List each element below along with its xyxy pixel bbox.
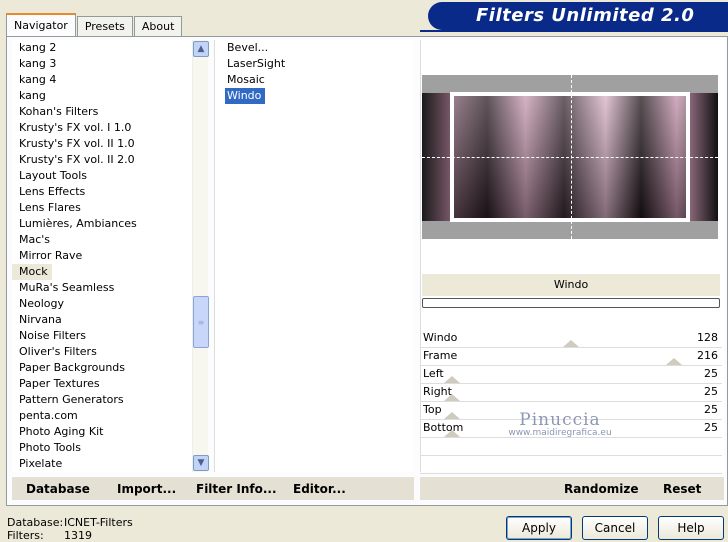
- category-item[interactable]: Lumières, Ambiances: [12, 216, 208, 232]
- filter-item-selected[interactable]: Windo: [225, 88, 265, 104]
- category-item[interactable]: Lens Effects: [12, 184, 208, 200]
- category-item[interactable]: Mirror Rave: [12, 248, 208, 264]
- category-item[interactable]: Krusty's FX vol. II 2.0: [12, 152, 208, 168]
- param-windo[interactable]: Windo 128: [420, 330, 722, 348]
- category-item[interactable]: Neology: [12, 296, 208, 312]
- parameter-panel: Windo 128 Frame 216 Left 25 Right 25 Top…: [420, 330, 722, 474]
- param-value: 128: [697, 331, 718, 344]
- filter-item[interactable]: Mosaic: [215, 72, 414, 88]
- database-value: ICNET-Filters: [64, 516, 133, 529]
- category-item[interactable]: Krusty's FX vol. I 1.0: [12, 120, 208, 136]
- scroll-thumb[interactable]: ≡: [193, 296, 209, 348]
- category-item[interactable]: kang: [12, 88, 208, 104]
- category-list[interactable]: kang 2 kang 3 kang 4 kang Kohan's Filter…: [12, 40, 208, 472]
- param-left[interactable]: Left 25: [420, 366, 722, 384]
- param-label: Left: [423, 367, 444, 380]
- param-right[interactable]: Right 25: [420, 384, 722, 402]
- param-label: Top: [423, 403, 442, 416]
- category-item[interactable]: Pixelate: [12, 456, 208, 472]
- slider-thumb[interactable]: [444, 430, 460, 437]
- category-item[interactable]: Photo Tools: [12, 440, 208, 456]
- category-item[interactable]: Lens Flares: [12, 200, 208, 216]
- param-value: 25: [704, 421, 718, 434]
- scroll-down-button[interactable]: ▼: [193, 455, 209, 471]
- right-toolbar: Randomize Reset: [420, 476, 724, 500]
- grip-icon: ≡: [197, 317, 205, 327]
- empty-param-row: [420, 438, 722, 456]
- category-item[interactable]: Paper Backgrounds: [12, 360, 208, 376]
- param-value: 25: [704, 367, 718, 380]
- category-item-selected[interactable]: Mock: [12, 264, 52, 280]
- tab-about[interactable]: About: [133, 16, 183, 36]
- category-item[interactable]: kang 4: [12, 72, 208, 88]
- category-item[interactable]: penta.com: [12, 408, 208, 424]
- database-label: Database:: [7, 516, 64, 529]
- param-value: 25: [704, 403, 718, 416]
- filter-info-button[interactable]: Filter Info...: [196, 482, 277, 496]
- slider-thumb[interactable]: [444, 412, 460, 419]
- category-item[interactable]: Krusty's FX vol. II 1.0: [12, 136, 208, 152]
- slider-thumb[interactable]: [563, 340, 579, 347]
- tab-strip: Navigator Presets About: [6, 12, 183, 37]
- filter-name-label: Windo: [422, 274, 720, 296]
- param-label: Windo: [423, 331, 458, 344]
- category-item[interactable]: Layout Tools: [12, 168, 208, 184]
- preview-crosshair-horizontal: [422, 157, 718, 158]
- cancel-button[interactable]: Cancel: [582, 516, 648, 540]
- help-button[interactable]: Help: [658, 516, 724, 540]
- category-scrollbar[interactable]: ▲ ≡ ▼: [192, 40, 209, 472]
- chevron-down-icon: ▼: [197, 458, 205, 468]
- preview-crosshair-vertical: [571, 75, 572, 239]
- chevron-up-icon: ▲: [197, 44, 205, 54]
- reset-button[interactable]: Reset: [663, 482, 701, 496]
- banner-divider: [420, 30, 728, 32]
- param-label: Frame: [423, 349, 458, 362]
- editor-button[interactable]: Editor...: [293, 482, 346, 496]
- filter-item[interactable]: LaserSight: [215, 56, 414, 72]
- category-item[interactable]: Pattern Generators: [12, 392, 208, 408]
- category-item[interactable]: Photo Aging Kit: [12, 424, 208, 440]
- filters-count-value: 1319: [64, 529, 92, 542]
- randomize-button[interactable]: Randomize: [564, 482, 638, 496]
- category-item[interactable]: kang 3: [12, 56, 208, 72]
- category-item[interactable]: Nirvana: [12, 312, 208, 328]
- category-item[interactable]: kang 2: [12, 40, 208, 56]
- tab-navigator[interactable]: Navigator: [6, 13, 76, 37]
- category-item[interactable]: MuRa's Seamless: [12, 280, 208, 296]
- category-item[interactable]: Noise Filters: [12, 328, 208, 344]
- left-toolbar: Database Import... Filter Info... Editor…: [12, 476, 414, 500]
- app-banner: Filters Unlimited 2.0: [428, 2, 728, 30]
- import-button[interactable]: Import...: [117, 482, 176, 496]
- param-value: 216: [697, 349, 718, 362]
- category-item[interactable]: Oliver's Filters: [12, 344, 208, 360]
- slider-track[interactable]: [420, 437, 722, 438]
- filter-list[interactable]: Bevel... LaserSight Mosaic Windo: [214, 40, 414, 472]
- scroll-up-button[interactable]: ▲: [193, 41, 209, 57]
- param-value: 25: [704, 385, 718, 398]
- apply-button[interactable]: Apply: [506, 516, 572, 540]
- database-button[interactable]: Database: [26, 482, 90, 496]
- slider-thumb[interactable]: [666, 358, 682, 365]
- status-area: Database: ICNET-Filters Filters: 1319: [7, 516, 133, 542]
- category-item[interactable]: Kohan's Filters: [12, 104, 208, 120]
- param-bottom[interactable]: Bottom 25: [420, 420, 722, 438]
- empty-param-row: [420, 456, 722, 474]
- param-frame[interactable]: Frame 216: [420, 348, 722, 366]
- category-item[interactable]: Mac's: [12, 232, 208, 248]
- filter-item[interactable]: Bevel...: [215, 40, 414, 56]
- filters-count-label: Filters:: [7, 529, 44, 542]
- category-item[interactable]: Paper Textures: [12, 376, 208, 392]
- progress-bar: [422, 298, 720, 308]
- slider-thumb[interactable]: [444, 376, 460, 383]
- tab-presets[interactable]: Presets: [76, 16, 133, 36]
- param-top[interactable]: Top 25: [420, 402, 722, 420]
- slider-thumb[interactable]: [444, 394, 460, 401]
